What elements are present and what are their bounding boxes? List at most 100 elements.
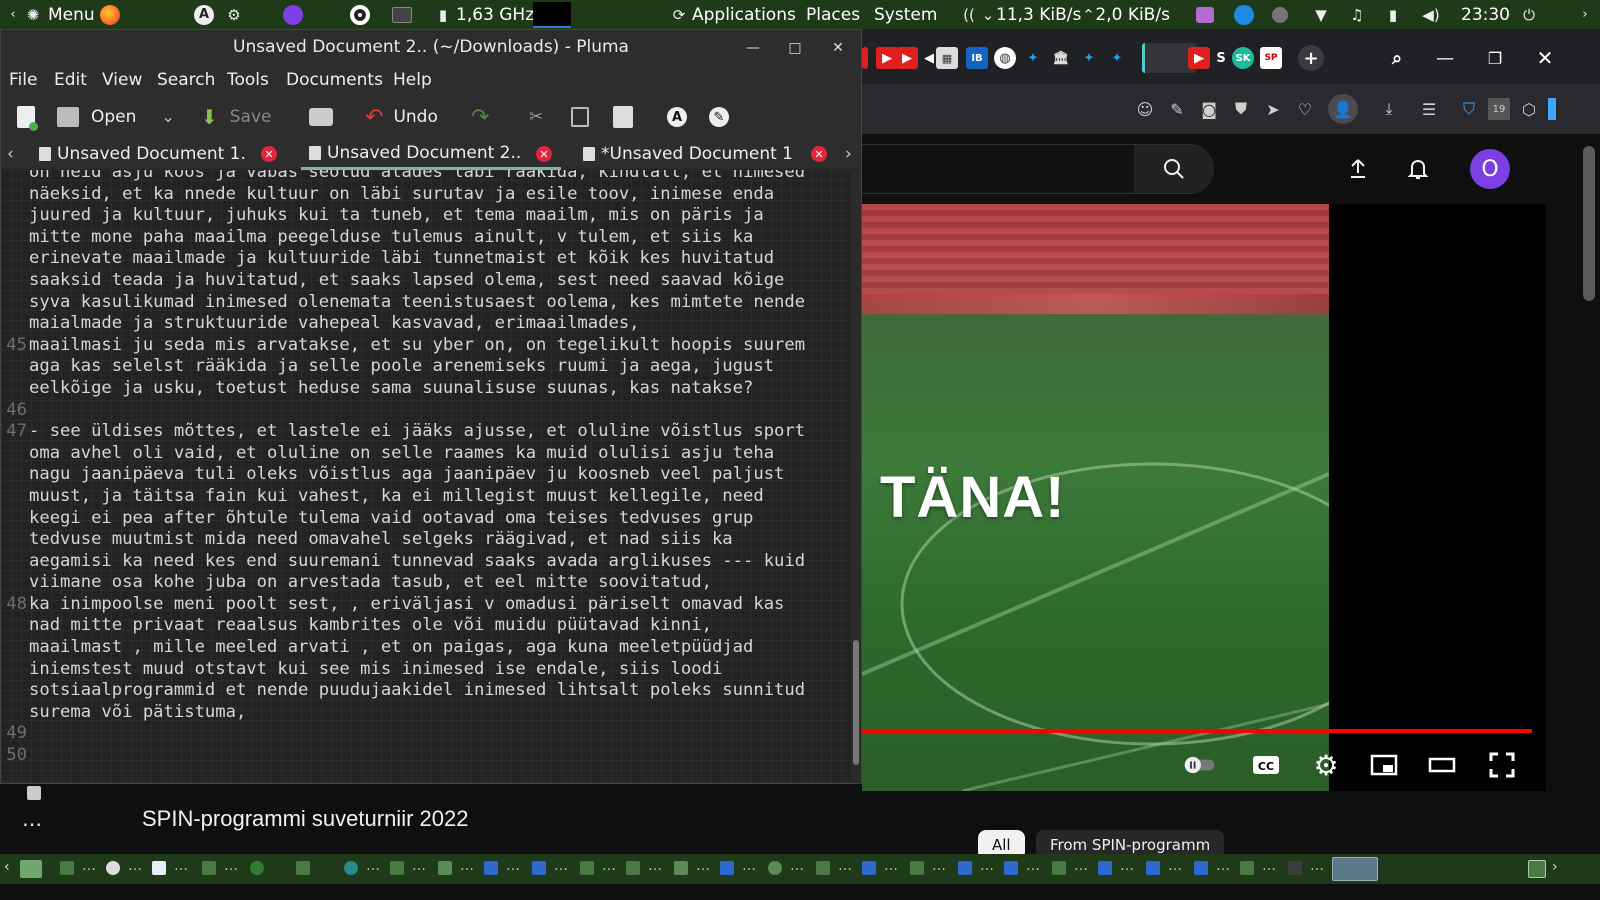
taskbar-window-7[interactable] — [438, 861, 452, 875]
panel-scroll-right-button[interactable]: › — [1574, 0, 1596, 29]
applications-menu[interactable]: ⟳ Applications — [668, 0, 796, 29]
tab-favicon-twitter-2[interactable]: ✦ — [1078, 47, 1100, 69]
taskbar-window-13[interactable] — [720, 861, 734, 875]
taskbar-window-15[interactable] — [816, 861, 830, 875]
window-restore-icon[interactable]: ❐ — [1482, 45, 1508, 71]
show-desktop-icon[interactable] — [20, 860, 42, 878]
page-scrollbar[interactable] — [1579, 136, 1600, 871]
more-icon[interactable]: ⋯ — [22, 812, 43, 836]
taskbar-window-18[interactable] — [958, 861, 972, 875]
tab-favicon-spin[interactable]: SP — [1260, 47, 1282, 69]
extension-shield-icon[interactable]: ⛉ — [1458, 98, 1480, 120]
panel-scroll-left-button[interactable]: ‹ — [2, 0, 24, 29]
shield-icon[interactable]: ⛊ — [1230, 98, 1252, 120]
places-menu[interactable]: Places — [806, 0, 860, 29]
undo-button[interactable]: ↶ Undo — [365, 104, 438, 130]
menu-button[interactable]: ✺ Menu — [22, 0, 95, 29]
tab-favicon-youtube-3[interactable]: ▶ — [1188, 47, 1210, 69]
tab-unsaved-document-2[interactable]: Unsaved Document 2.. ✕ — [301, 138, 561, 170]
taskbar-window-1[interactable] — [60, 861, 74, 875]
taskbar-window-23[interactable] — [1194, 861, 1208, 875]
tab-favicon-globe[interactable]: ◍ — [994, 47, 1016, 69]
video-player[interactable]: TÄNA! CC ⚙ — [862, 204, 1546, 791]
youtube-search-button[interactable] — [1134, 145, 1214, 193]
taskbar-window-4[interactable] — [296, 861, 310, 875]
taskbar-window-3[interactable] — [250, 861, 264, 875]
emoji-icon[interactable]: ☺ — [1134, 98, 1156, 120]
taskbar-window-17[interactable] — [910, 861, 924, 875]
captions-button[interactable]: CC — [1248, 747, 1284, 783]
browser-search-tabs-icon[interactable]: ⌕ — [1384, 45, 1410, 71]
cut-button[interactable]: ✂ — [529, 104, 543, 130]
tab-unsaved-document-1-modified[interactable]: *Unsaved Document 1 ✕ — [583, 138, 833, 170]
menu-tools[interactable]: Tools — [227, 70, 269, 90]
taskbar-window-20[interactable] — [1052, 861, 1066, 875]
tab-favicon-sk[interactable]: SK — [1232, 47, 1254, 69]
close-tab-icon[interactable]: ✕ — [536, 146, 552, 162]
tab-favicon-archive[interactable]: 🏛 — [1050, 47, 1072, 69]
close-button[interactable]: ✕ — [827, 37, 849, 59]
tab-favicon-youtube-2[interactable]: ▶ — [896, 47, 918, 69]
power-button[interactable]: ⏻ — [1518, 0, 1540, 29]
close-tab-icon[interactable]: ✕ — [261, 146, 277, 162]
font-viewer-launcher[interactable]: A — [194, 0, 214, 29]
redo-button[interactable]: ↷ — [471, 104, 489, 130]
pluma-titlebar[interactable]: Unsaved Document 2.. (~/Downloads) - Plu… — [1, 30, 861, 64]
copy-button[interactable] — [571, 104, 589, 130]
tor-launcher[interactable] — [283, 0, 303, 29]
cpu-frequency[interactable]: ▮ 1,63 GHz — [432, 0, 534, 29]
tab-favicon-grid[interactable]: ▦ — [936, 47, 958, 69]
taskbar-window-opera[interactable] — [106, 861, 120, 875]
taskbar-window-5[interactable] — [344, 861, 358, 875]
page-scrollbar-thumb[interactable] — [1583, 146, 1595, 301]
taskbar-window-25[interactable] — [1288, 861, 1302, 875]
theater-mode-button[interactable] — [1424, 747, 1460, 783]
tab-unsaved-document-1[interactable]: Unsaved Document 1. ✕ — [39, 138, 289, 170]
taskbar-window-19[interactable] — [1004, 861, 1018, 875]
fullscreen-button[interactable] — [1484, 747, 1520, 783]
calendar-icon[interactable]: 19 — [1488, 98, 1510, 120]
tray-app-2[interactable] — [1234, 0, 1254, 29]
download-icon[interactable]: ⤓ — [1378, 98, 1400, 120]
taskbar-window-10[interactable] — [580, 861, 594, 875]
draw-icon[interactable]: ✎ — [1166, 98, 1188, 120]
settings-launcher[interactable]: ⚙ — [223, 0, 245, 29]
clock[interactable]: 23:30 — [1461, 0, 1510, 29]
wifi-tray[interactable]: ▼ — [1310, 0, 1332, 29]
account-avatar[interactable]: O — [1470, 149, 1510, 189]
camera-icon[interactable]: ◙ — [1198, 98, 1220, 120]
cube-icon[interactable]: ⬡ — [1518, 98, 1540, 120]
find-button[interactable]: A — [667, 104, 687, 130]
firefox-launcher[interactable] — [100, 0, 120, 29]
system-menu[interactable]: System — [874, 0, 937, 29]
window-close-icon[interactable]: ✕ — [1532, 45, 1558, 71]
taskbar-scroll-left[interactable]: ‹ — [4, 859, 10, 875]
taskbar-window-14[interactable] — [768, 861, 782, 875]
taskbar-window-12[interactable] — [674, 861, 688, 875]
menu-help[interactable]: Help — [393, 70, 432, 90]
network-indicator[interactable]: (( ⌄ 11,3 KiB/s ⌃ 2,0 KiB/s — [958, 0, 1170, 29]
taskbar-window-21[interactable] — [1098, 861, 1112, 875]
menu-documents[interactable]: Documents — [286, 70, 383, 90]
tab-favicon-ib[interactable]: IB — [966, 47, 988, 69]
menu-search[interactable]: Search — [157, 70, 215, 90]
tab-favicon-youtube[interactable]: ▶ — [876, 47, 898, 69]
sliders-icon[interactable]: ☰ — [1418, 98, 1440, 120]
maximize-button[interactable]: □ — [784, 37, 806, 59]
sidebar-toggle-icon[interactable] — [1548, 98, 1556, 120]
taskbar-window-11[interactable] — [626, 861, 640, 875]
taskbar-scroll-right[interactable]: › — [1552, 859, 1558, 875]
menu-edit[interactable]: Edit — [54, 70, 87, 90]
opera-launcher[interactable] — [350, 0, 370, 29]
tab-favicon-twitter-3[interactable]: ✦ — [1106, 47, 1128, 69]
menu-view[interactable]: View — [102, 70, 142, 90]
send-icon[interactable]: ➤ — [1262, 98, 1284, 120]
youtube-search-box[interactable] — [862, 144, 1214, 194]
taskbar-window-9[interactable] — [532, 861, 546, 875]
taskbar-window-2[interactable] — [202, 861, 216, 875]
save-button[interactable]: ⬇ Save — [201, 104, 272, 130]
close-tab-icon[interactable]: ✕ — [811, 146, 827, 162]
system-monitor-graph[interactable] — [533, 0, 571, 29]
tabs-scroll-right[interactable]: › — [845, 138, 852, 170]
taskbar-window-pluma[interactable] — [152, 861, 166, 875]
